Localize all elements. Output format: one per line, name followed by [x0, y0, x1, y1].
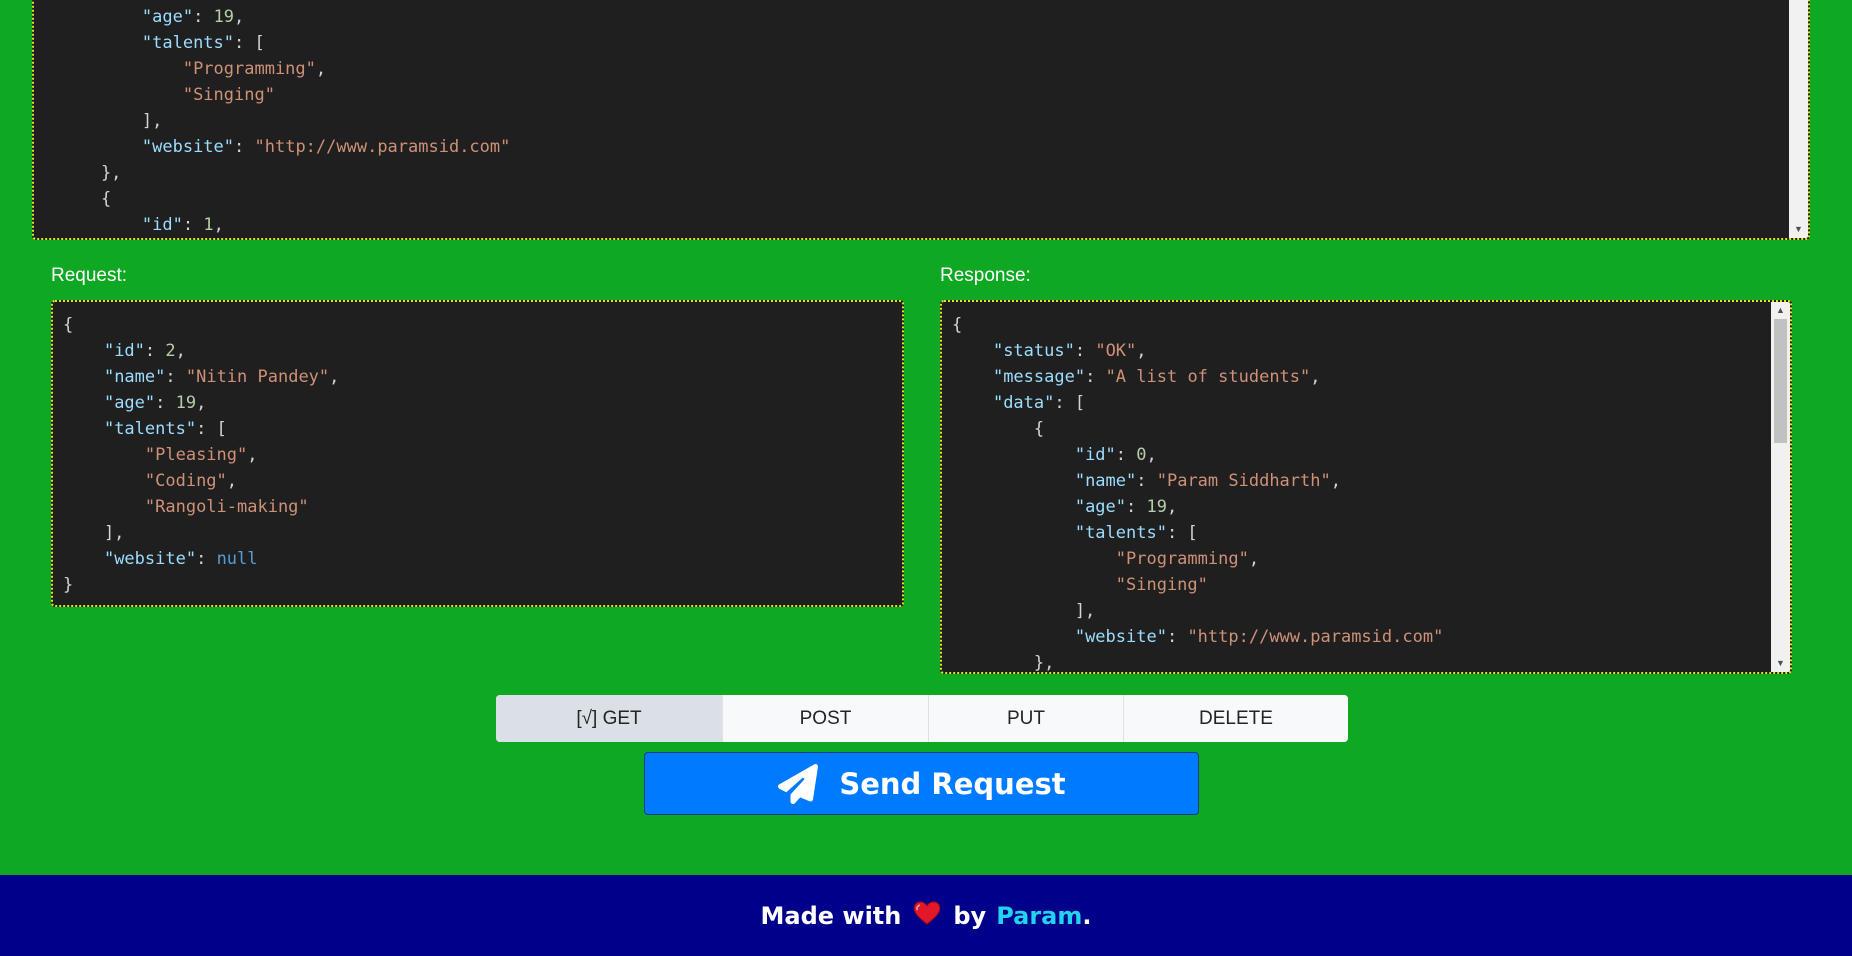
response-scroll-thumb[interactable]	[1774, 319, 1787, 443]
code-line: {	[63, 315, 74, 335]
author-link[interactable]: Param	[996, 902, 1082, 930]
code-line: },	[952, 653, 1055, 673]
request-label: Request:	[51, 265, 128, 286]
code-line: "message": "A list of students",	[992, 367, 1321, 387]
response-json-code: { "status": "OK", "message": "A list of …	[952, 312, 1444, 673]
footer-suffix: .	[1082, 901, 1092, 930]
method-get-button[interactable]: [√] GET	[496, 695, 723, 742]
code-line: }	[63, 575, 74, 595]
code-line: ],	[63, 523, 125, 543]
send-request-label: Send Request	[839, 766, 1066, 801]
code-line: ],	[60, 111, 163, 131]
code-line: "name": "Param Siddharth",	[1074, 471, 1341, 491]
code-line: ],	[952, 601, 1096, 621]
code-line: {	[952, 315, 963, 335]
code-line: "talents": [	[103, 419, 227, 439]
code-line: "age": 19,	[141, 7, 245, 27]
students-json-code: }, "age": 19, "talents": [ "Programming"…	[60, 0, 510, 238]
code-line: "Rangoli-making"	[144, 497, 309, 517]
method-delete-button[interactable]: DELETE	[1124, 695, 1348, 742]
code-line: "talents": [	[141, 33, 265, 53]
method-put-button[interactable]: PUT	[929, 695, 1124, 742]
code-line: "Coding",	[144, 471, 238, 491]
footer-by: by	[953, 901, 987, 930]
code-line: "age": 19,	[1074, 497, 1178, 517]
code-line: "id": 1,	[141, 215, 224, 235]
method-post-button[interactable]: POST	[723, 695, 929, 742]
students-json-viewer[interactable]: }, "age": 19, "talents": [ "Programming"…	[32, 0, 1810, 240]
code-line: "Singing"	[182, 85, 275, 105]
code-line: "name": "Nitin Pandey",	[103, 367, 340, 387]
code-line: "age": 19,	[103, 393, 207, 413]
footer-prefix: Made with	[760, 901, 902, 930]
code-line: {	[60, 189, 112, 209]
scroll-down-arrow-icon[interactable]: ▼	[1789, 221, 1808, 238]
send-request-button[interactable]: Send Request	[644, 752, 1199, 815]
code-line: "data": [	[992, 393, 1086, 413]
code-line: "Programming",	[182, 59, 327, 79]
code-line: "status": "OK",	[992, 341, 1147, 361]
response-label: Response:	[940, 265, 1031, 286]
code-line: "website": null	[103, 549, 258, 569]
code-line: "website": "http://www.paramsid.com"	[141, 137, 511, 157]
code-line: "Pleasing",	[144, 445, 258, 465]
code-line: "talents": [	[1074, 523, 1198, 543]
scroll-down-arrow-icon[interactable]: ▼	[1771, 655, 1790, 672]
code-line: "Singing"	[1115, 575, 1208, 595]
request-editor[interactable]: { "id": 2, "name": "Nitin Pandey", "age"…	[51, 300, 904, 607]
response-scrollbar[interactable]: ▲ ▼	[1771, 302, 1790, 672]
response-viewer[interactable]: { "status": "OK", "message": "A list of …	[940, 300, 1792, 674]
paper-plane-icon	[778, 763, 819, 804]
code-line: "id": 2,	[103, 341, 186, 361]
scroll-up-arrow-icon[interactable]: ▲	[1771, 302, 1790, 319]
code-line: "website": "http://www.paramsid.com"	[1074, 627, 1444, 647]
students-json-scrollbar[interactable]: ▼	[1789, 0, 1808, 238]
heart-icon	[913, 900, 941, 931]
code-line: "id": 0,	[1074, 445, 1157, 465]
http-method-selector: [√] GET POST PUT DELETE	[496, 695, 1348, 742]
code-line: },	[60, 163, 122, 183]
code-line: {	[952, 419, 1045, 439]
footer: Made with by Param.	[0, 875, 1852, 956]
code-line: "Programming",	[1115, 549, 1260, 569]
request-json-code[interactable]: { "id": 2, "name": "Nitin Pandey", "age"…	[63, 312, 339, 598]
